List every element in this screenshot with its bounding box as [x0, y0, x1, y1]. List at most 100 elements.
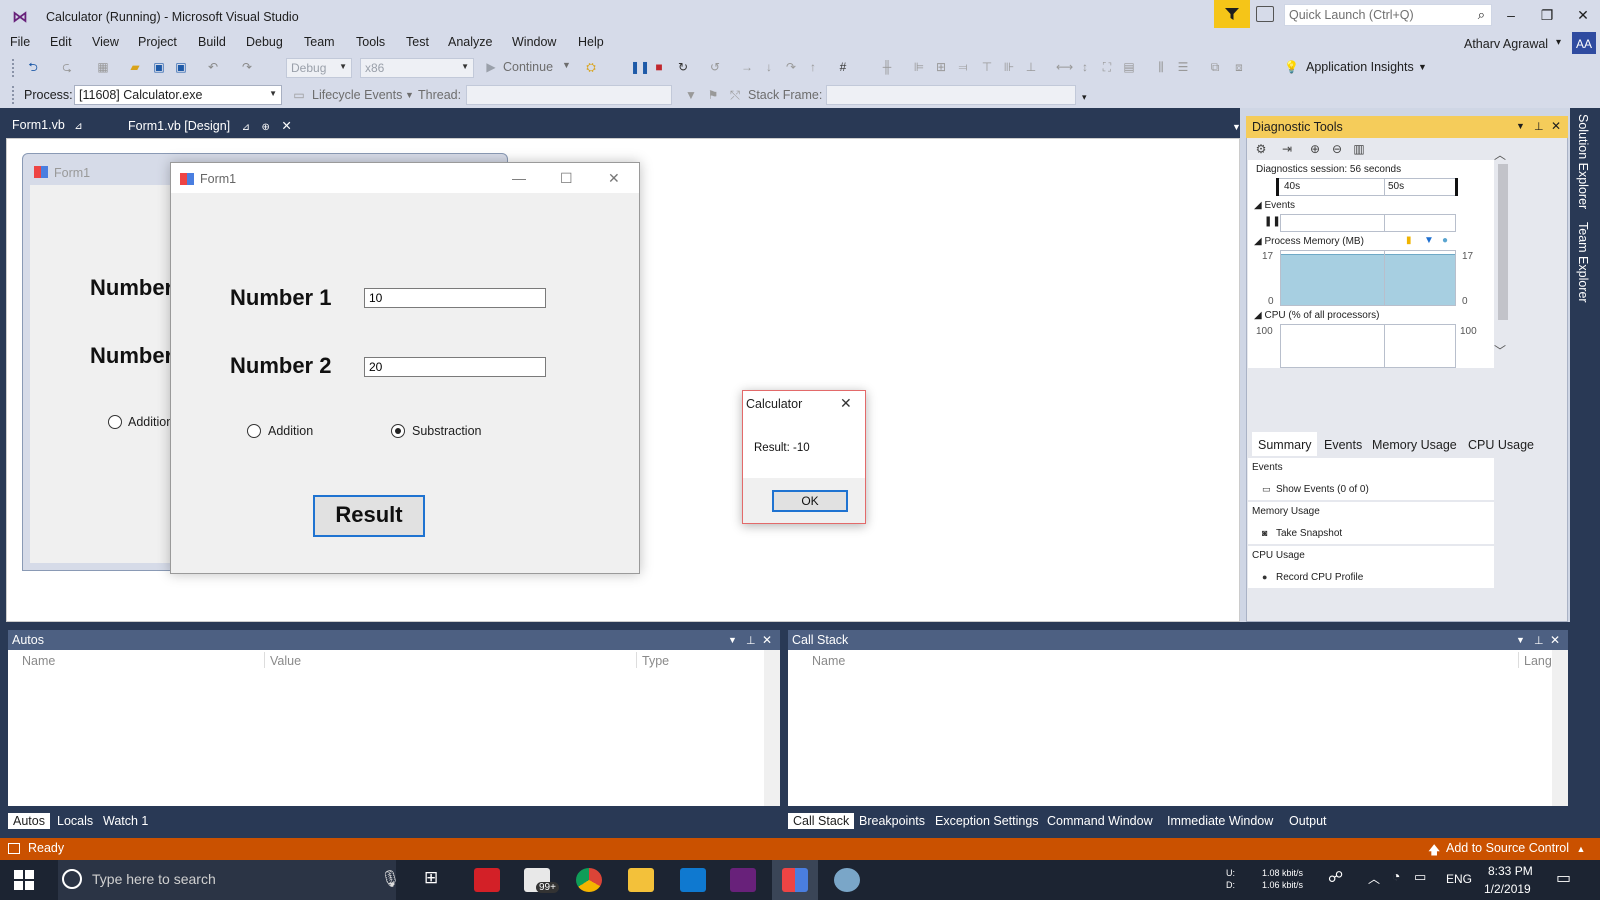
show-hidden-icons-icon[interactable]: ︿: [1368, 870, 1380, 887]
designer-addition-radio[interactable]: [108, 415, 122, 429]
user-name[interactable]: Atharv Agrawal: [1464, 37, 1548, 51]
menu-project[interactable]: Project: [138, 35, 177, 49]
flag-thread-icon[interactable]: ⚑: [706, 88, 720, 102]
align-tops-icon[interactable]: ⊤: [980, 60, 994, 74]
tab-cpu-usage[interactable]: CPU Usage: [1468, 438, 1534, 452]
thread-select[interactable]: [466, 85, 672, 105]
subtraction-radio[interactable]: [391, 424, 405, 438]
lifecycle-events-button[interactable]: Lifecycle Events: [312, 88, 402, 102]
chevron-down-icon[interactable]: ▼: [562, 60, 571, 70]
step-over-icon[interactable]: ↷: [784, 60, 798, 74]
make-same-height-icon[interactable]: ↕: [1078, 60, 1092, 74]
events-track[interactable]: [1280, 214, 1456, 232]
align-lefts-icon[interactable]: ⊫: [912, 60, 926, 74]
pin-icon[interactable]: ⊿: [74, 121, 82, 132]
chevron-down-icon[interactable]: ▾: [1556, 37, 1561, 48]
paint-icon[interactable]: [834, 868, 860, 892]
autos-header[interactable]: [8, 630, 780, 650]
navigate-back-icon[interactable]: ⮌: [26, 60, 40, 74]
solution-platform-select[interactable]: x86 ▼: [360, 58, 474, 78]
tab-form1-design[interactable]: Form1.vb [Design] ⊿ ⊕ ✕: [122, 116, 298, 136]
minimize-button[interactable]: –: [1494, 4, 1528, 26]
windows-start-icon[interactable]: [14, 870, 34, 890]
menu-file[interactable]: File: [10, 35, 30, 49]
designer-number1-label[interactable]: Number: [90, 275, 173, 301]
restore-button[interactable]: ❐: [1530, 4, 1564, 26]
redo-icon[interactable]: ↷: [240, 60, 254, 74]
tab-immediate-window[interactable]: Immediate Window: [1162, 813, 1278, 829]
wifi-icon[interactable]: ◔: [1392, 868, 1400, 884]
timeline-start-marker[interactable]: [1276, 178, 1279, 196]
align-bottoms-icon[interactable]: ⊥: [1024, 60, 1038, 74]
menu-debug[interactable]: Debug: [246, 35, 283, 49]
number2-input[interactable]: 20: [364, 357, 546, 377]
save-all-icon[interactable]: ▣: [174, 60, 188, 74]
memory-chart[interactable]: [1280, 250, 1456, 306]
export-icon[interactable]: ⇥: [1280, 142, 1294, 156]
scrollbar-thumb[interactable]: [1498, 164, 1508, 320]
timeline-end-marker[interactable]: [1455, 178, 1458, 196]
callstack-scrollbar[interactable]: [1552, 650, 1568, 806]
cortana-icon[interactable]: [62, 869, 82, 889]
people-icon[interactable]: ☍: [1328, 868, 1343, 886]
tab-command-window[interactable]: Command Window: [1042, 813, 1158, 829]
navigate-forward-icon[interactable]: ⮎: [60, 60, 74, 74]
file-explorer-icon[interactable]: [628, 868, 654, 892]
menu-view[interactable]: View: [92, 35, 119, 49]
autos-col-name[interactable]: Name: [22, 654, 55, 668]
bring-to-front-icon[interactable]: ⧉: [1208, 60, 1222, 74]
close-icon[interactable]: ✕: [1551, 119, 1561, 133]
chrome-icon[interactable]: [576, 868, 602, 892]
tab-autos[interactable]: Autos: [8, 813, 50, 829]
language-indicator[interactable]: ENG: [1446, 872, 1472, 886]
size-to-grid-icon[interactable]: ⛶: [1100, 60, 1114, 74]
close-icon[interactable]: ✕: [840, 395, 852, 412]
continue-button[interactable]: Continue: [503, 60, 553, 74]
horizontal-spacing-icon[interactable]: ⫼: [1154, 60, 1168, 74]
autos-grid[interactable]: [8, 650, 780, 806]
tab-breakpoints[interactable]: Breakpoints: [854, 813, 930, 829]
align-rights-icon[interactable]: ⫤: [956, 60, 970, 74]
timeline-ruler[interactable]: [1276, 178, 1456, 196]
zoom-out-icon[interactable]: ⊖: [1330, 142, 1344, 156]
toggle-external-code-icon[interactable]: ⤲: [728, 88, 742, 102]
autos-col-value[interactable]: Value: [270, 654, 301, 668]
send-to-back-icon[interactable]: ⧈: [1232, 60, 1246, 74]
undo-icon[interactable]: ↶: [206, 60, 220, 74]
menu-help[interactable]: Help: [578, 35, 604, 49]
scroll-up-icon[interactable]: ︿: [1494, 146, 1506, 163]
task-view-icon[interactable]: ⊞: [424, 868, 438, 888]
addition-label[interactable]: Addition: [268, 424, 313, 438]
tab-summary[interactable]: Summary: [1252, 432, 1318, 456]
tab-team-explorer[interactable]: Team Explorer: [1576, 222, 1590, 303]
tab-call-stack[interactable]: Call Stack: [788, 813, 855, 829]
chevron-down-icon[interactable]: ▼: [1232, 122, 1241, 132]
tab-events[interactable]: Events: [1324, 438, 1362, 452]
pause-icon[interactable]: ❚❚: [1264, 216, 1281, 227]
form-close-button[interactable]: ✕: [608, 170, 620, 187]
open-file-icon[interactable]: ▰: [128, 60, 142, 74]
action-center-icon[interactable]: ▭: [1556, 868, 1571, 888]
save-icon[interactable]: ▣: [152, 60, 166, 74]
battery-icon[interactable]: ▭: [1414, 869, 1426, 885]
result-button[interactable]: Result: [313, 495, 425, 537]
add-to-source-control-button[interactable]: Add to Source Control ▲: [1446, 841, 1585, 855]
pin-icon[interactable]: ⊥: [1534, 120, 1544, 133]
menu-window[interactable]: Window: [512, 35, 556, 49]
reset-view-icon[interactable]: ▥: [1352, 142, 1366, 156]
toolbar-grip[interactable]: [12, 59, 16, 77]
scroll-down-icon[interactable]: ﹀: [1494, 342, 1506, 359]
feedback-filter-icon[interactable]: [1214, 0, 1250, 28]
tab-watch1[interactable]: Watch 1: [98, 813, 153, 829]
pin-icon[interactable]: ⊿: [242, 122, 250, 133]
tab-memory-usage[interactable]: Memory Usage: [1372, 438, 1457, 452]
pin-icon[interactable]: ⊥: [746, 634, 756, 647]
chevron-down-icon[interactable]: ▼: [1418, 62, 1427, 72]
chevron-down-icon[interactable]: ▼: [728, 635, 737, 645]
chevron-down-icon[interactable]: ▼: [1516, 121, 1525, 131]
vertical-spacing-icon[interactable]: ☰: [1176, 60, 1190, 74]
stop-debugging-icon[interactable]: ■: [652, 60, 666, 74]
menu-build[interactable]: Build: [198, 35, 226, 49]
close-icon[interactable]: ✕: [1550, 633, 1560, 647]
process-explorer-icon[interactable]: ⛭: [584, 60, 598, 74]
